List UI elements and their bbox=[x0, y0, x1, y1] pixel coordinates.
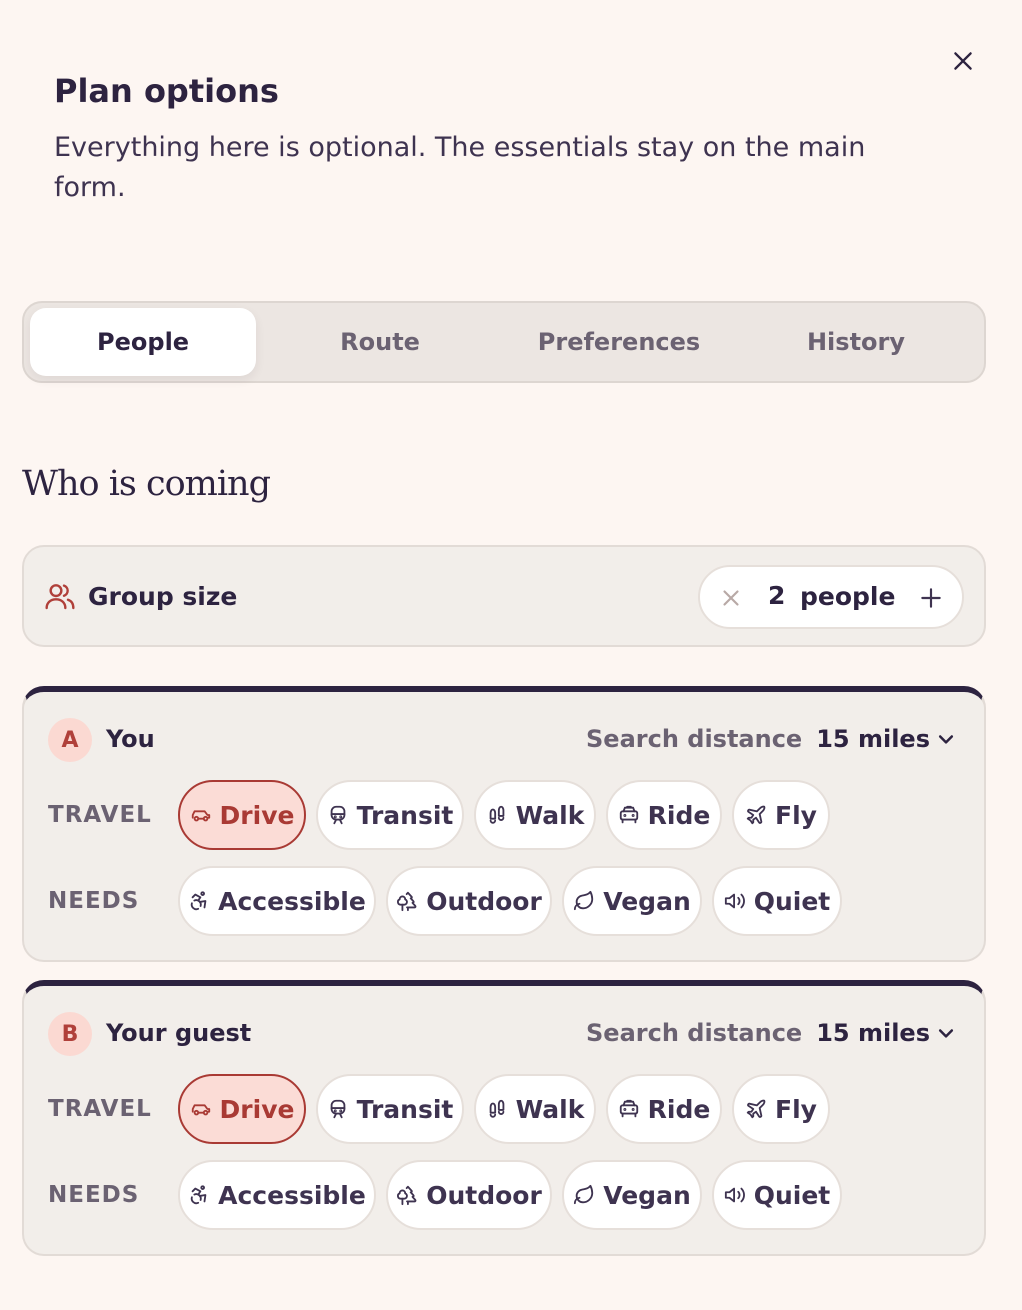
plane-icon bbox=[746, 1099, 766, 1119]
travel-chip-walk[interactable]: Walk bbox=[474, 1074, 596, 1144]
chip-label: Ride bbox=[647, 1094, 711, 1124]
chip-label: Walk bbox=[515, 1094, 585, 1124]
leaf-icon bbox=[574, 1184, 594, 1205]
tab-preferences[interactable]: Preferences bbox=[504, 308, 734, 376]
train-icon bbox=[330, 1099, 345, 1119]
trees-icon bbox=[397, 1185, 417, 1206]
footprints-icon bbox=[489, 1099, 504, 1118]
group-size-count: 2 bbox=[768, 581, 786, 610]
needs-chip-vegan[interactable]: Vegan bbox=[562, 1160, 702, 1230]
chip-label: Transit bbox=[356, 800, 454, 830]
search-distance-value: 15 miles bbox=[816, 725, 930, 753]
person-card-a: A You Search distance 15 miles TRAVEL Dr… bbox=[22, 686, 986, 962]
close-icon bbox=[954, 52, 972, 70]
speaker-icon bbox=[724, 893, 745, 909]
chip-label: Accessible bbox=[218, 886, 366, 916]
search-distance-label: Search distance bbox=[586, 1019, 803, 1047]
group-size-stepper: 2 people bbox=[698, 565, 964, 629]
speaker-icon bbox=[724, 1187, 745, 1203]
chip-label: Quiet bbox=[753, 886, 831, 916]
tab-bar: People Route Preferences History bbox=[22, 301, 986, 383]
chip-label: Vegan bbox=[603, 1180, 691, 1210]
travel-chip-ride[interactable]: Ride bbox=[606, 1074, 722, 1144]
search-distance-select[interactable]: Search distance 15 miles bbox=[586, 725, 956, 753]
needs-chip-outdoor[interactable]: Outdoor bbox=[386, 1160, 552, 1230]
tab-history[interactable]: History bbox=[741, 308, 971, 376]
chip-label: Walk bbox=[515, 800, 585, 830]
travel-chip-drive[interactable]: Drive bbox=[178, 780, 306, 850]
travel-chip-walk[interactable]: Walk bbox=[474, 780, 596, 850]
person-name: Your guest bbox=[106, 1019, 252, 1047]
travel-chip-transit[interactable]: Transit bbox=[316, 780, 464, 850]
travel-label: TRAVEL bbox=[48, 802, 152, 828]
section-heading: Who is coming bbox=[22, 464, 271, 504]
chip-label: Fly bbox=[775, 1094, 817, 1124]
person-card-b: B Your guest Search distance 15 miles TR… bbox=[22, 980, 986, 1256]
chip-label: Transit bbox=[356, 1094, 454, 1124]
person-badge: A bbox=[48, 718, 92, 762]
close-button[interactable] bbox=[946, 44, 980, 78]
dialog-subtitle: Everything here is optional. The essenti… bbox=[54, 132, 866, 203]
chevron-down-icon bbox=[938, 1029, 954, 1038]
travel-chip-drive[interactable]: Drive bbox=[178, 1074, 306, 1144]
search-distance-select[interactable]: Search distance 15 miles bbox=[586, 1019, 956, 1047]
accessible-icon bbox=[190, 891, 207, 911]
travel-chip-fly[interactable]: Fly bbox=[732, 780, 830, 850]
needs-label: NEEDS bbox=[48, 888, 140, 914]
car-icon bbox=[191, 810, 210, 822]
chevron-down-icon bbox=[938, 735, 954, 744]
needs-chip-accessible[interactable]: Accessible bbox=[178, 1160, 376, 1230]
leaf-icon bbox=[574, 890, 594, 911]
chip-label: Ride bbox=[647, 800, 711, 830]
group-size-label: Group size bbox=[88, 581, 238, 611]
needs-chip-quiet[interactable]: Quiet bbox=[712, 1160, 842, 1230]
footprints-icon bbox=[489, 805, 504, 824]
needs-label: NEEDS bbox=[48, 1182, 140, 1208]
needs-chip-quiet[interactable]: Quiet bbox=[712, 866, 842, 936]
search-distance-label: Search distance bbox=[586, 725, 803, 753]
dialog-title: Plan options bbox=[54, 72, 279, 110]
travel-chip-ride[interactable]: Ride bbox=[606, 780, 722, 850]
person-badge: B bbox=[48, 1012, 92, 1056]
person-name: You bbox=[106, 725, 155, 753]
trees-icon bbox=[397, 891, 417, 912]
increment-icon[interactable] bbox=[918, 585, 944, 611]
search-distance-value: 15 miles bbox=[816, 1019, 930, 1047]
accessible-icon bbox=[190, 1185, 207, 1205]
tab-route[interactable]: Route bbox=[263, 308, 497, 376]
needs-chip-outdoor[interactable]: Outdoor bbox=[386, 866, 552, 936]
tab-people[interactable]: People bbox=[30, 308, 257, 376]
travel-chip-transit[interactable]: Transit bbox=[316, 1074, 464, 1144]
chip-label: Fly bbox=[775, 800, 817, 830]
chip-label: Outdoor bbox=[426, 886, 542, 916]
travel-chip-fly[interactable]: Fly bbox=[732, 1074, 830, 1144]
needs-chip-vegan[interactable]: Vegan bbox=[562, 866, 702, 936]
travel-label: TRAVEL bbox=[48, 1096, 152, 1122]
chip-label: Drive bbox=[219, 1094, 295, 1124]
chip-label: Quiet bbox=[753, 1180, 831, 1210]
group-size-card: Group size 2 people bbox=[22, 545, 986, 647]
chip-label: Drive bbox=[219, 800, 295, 830]
needs-chip-accessible[interactable]: Accessible bbox=[178, 866, 376, 936]
train-icon bbox=[330, 805, 345, 825]
taxi-icon bbox=[619, 805, 638, 824]
chip-label: Vegan bbox=[603, 886, 691, 916]
car-icon bbox=[191, 1104, 210, 1116]
chip-label: Accessible bbox=[218, 1180, 366, 1210]
chip-label: Outdoor bbox=[426, 1180, 542, 1210]
decrement-icon[interactable] bbox=[718, 585, 744, 611]
people-icon bbox=[45, 584, 75, 610]
plane-icon bbox=[746, 805, 766, 825]
taxi-icon bbox=[619, 1099, 638, 1118]
group-size-unit: people bbox=[800, 582, 896, 611]
